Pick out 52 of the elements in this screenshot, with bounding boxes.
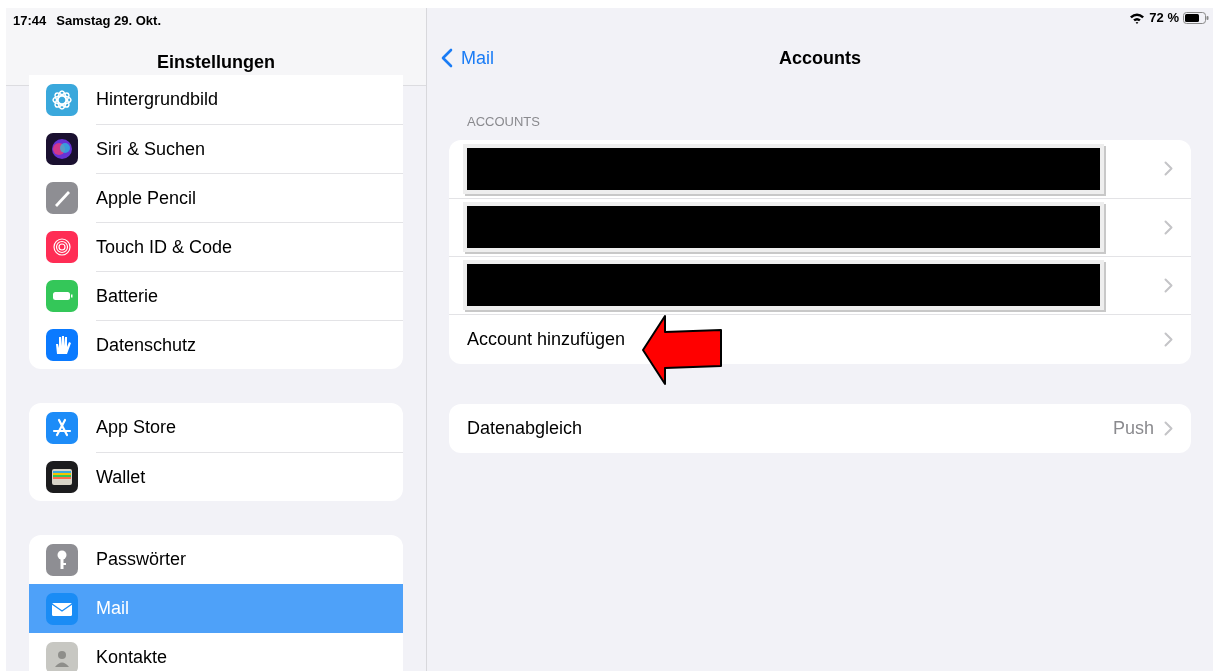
sync-value: Push: [1112, 416, 1154, 440]
sidebar-item[interactable]: Batterie: [29, 271, 403, 320]
section-header: ACCOUNTS: [466, 113, 541, 131]
contacts-icon: [46, 641, 78, 671]
battery-icon: [1183, 12, 1209, 24]
chevron-icon: [1164, 331, 1173, 347]
battery-icon: [46, 279, 78, 312]
pencil-icon: [46, 181, 78, 214]
battery-percent: 72 %: [1149, 9, 1179, 28]
status-time: 17:44: [13, 12, 47, 30]
wifi-icon: [1129, 12, 1146, 24]
back-button[interactable]: Mail: [427, 44, 494, 72]
sidebar-item-label: Hintergrundbild: [96, 88, 219, 111]
sidebar-item[interactable]: Siri & Suchen: [29, 124, 403, 173]
sidebar-item[interactable]: Kontakte: [29, 633, 403, 671]
privacy-icon: [46, 328, 78, 361]
sidebar-item[interactable]: Wallet: [29, 452, 403, 501]
sidebar-item-label: Touch ID & Code: [96, 235, 233, 259]
account-row[interactable]: [449, 197, 1191, 256]
add-account-label: Account hinzufügen: [467, 327, 627, 351]
sync-row[interactable]: Datenabgleich Push: [449, 403, 1191, 453]
chevron-icon: [1164, 161, 1173, 176]
chevron-icon: [1164, 277, 1173, 293]
sync-label: Datenabgleich: [467, 416, 584, 440]
passwords-icon: [46, 543, 78, 576]
wallet-icon: [46, 460, 78, 493]
status-date: Samstag 29. Okt.: [56, 12, 162, 30]
sidebar-item-label: Apple Pencil: [96, 186, 197, 210]
mail-icon: [46, 592, 78, 625]
account-row[interactable]: [449, 255, 1191, 314]
add-account-row[interactable]: Account hinzufügen: [449, 313, 1191, 364]
sidebar-item-label: Passwörter: [96, 548, 187, 571]
sidebar-item-label: Wallet: [96, 465, 146, 489]
sidebar-item[interactable]: Touch ID & Code: [29, 222, 403, 271]
page-title: Accounts: [779, 46, 861, 70]
sidebar-item-label: Siri & Suchen: [96, 137, 206, 161]
sidebar-item[interactable]: Apple Pencil: [29, 173, 403, 222]
sidebar-item-label: Datenschutz: [96, 333, 197, 357]
sidebar-item-label: Kontakte: [96, 646, 168, 669]
wallpaper-icon: [46, 83, 78, 116]
sidebar-title: Einstellungen: [157, 50, 275, 74]
sidebar-item[interactable]: Datenschutz: [29, 320, 403, 369]
chevron-icon: [1164, 420, 1173, 436]
sidebar-item[interactable]: Passwörter: [29, 535, 403, 584]
sidebar-item-label: Mail: [96, 597, 129, 620]
appstore-icon: [46, 411, 78, 444]
sidebar-item[interactable]: App Store: [29, 403, 403, 452]
sidebar-item-label: Batterie: [96, 284, 159, 308]
sidebar-item[interactable]: Hintergrundbild: [29, 75, 403, 124]
chevron-icon: [1164, 219, 1173, 235]
sidebar-item-label: App Store: [96, 416, 177, 439]
back-chevron-icon: [441, 48, 453, 68]
